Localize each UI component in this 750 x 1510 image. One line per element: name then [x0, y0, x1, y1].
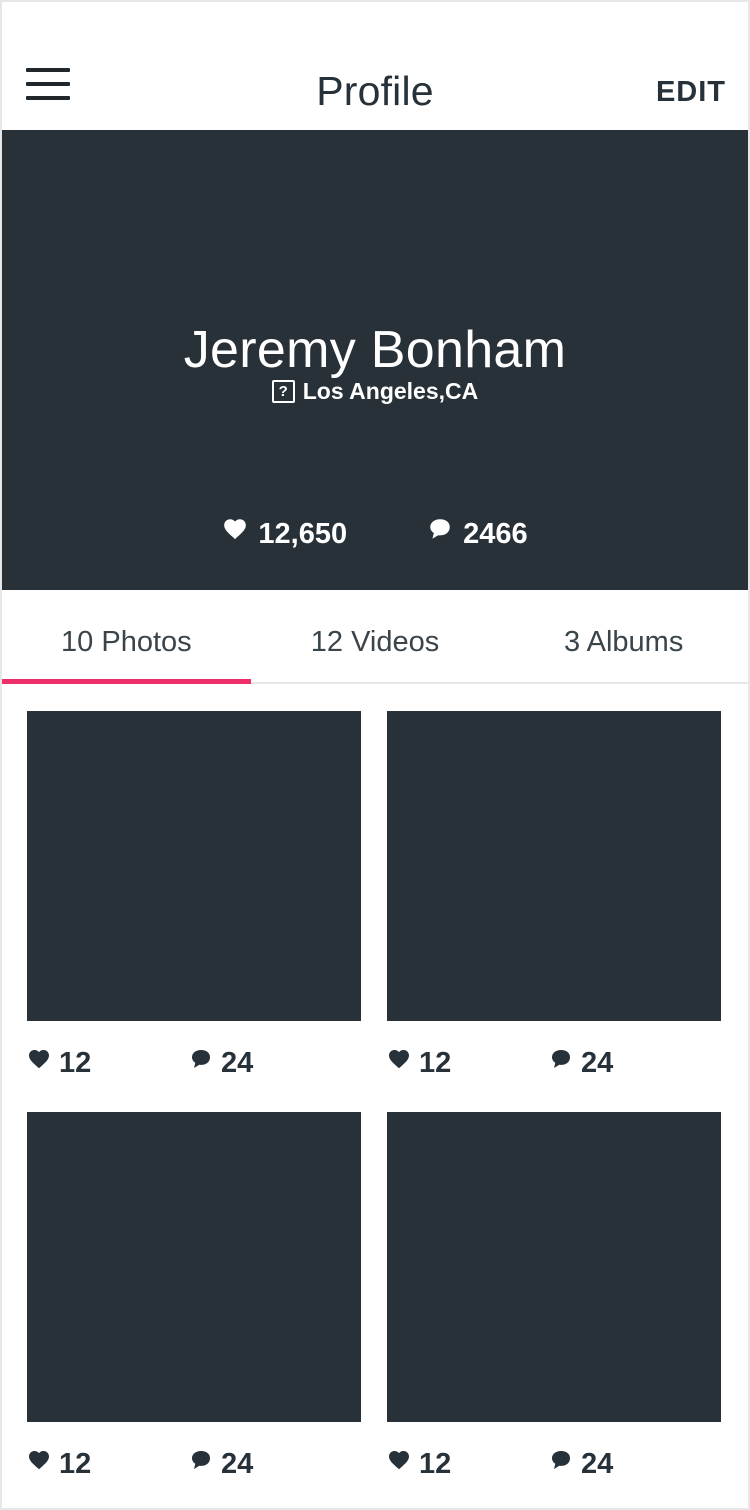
- page-title: Profile: [316, 68, 434, 114]
- photo-card[interactable]: 12 24: [27, 1112, 361, 1510]
- photo-likes: 12: [387, 1047, 451, 1080]
- likes-count: 12,650: [258, 518, 348, 550]
- photo-likes-count: 12: [419, 1047, 452, 1079]
- photo-comments-count: 24: [581, 1047, 614, 1079]
- tab-albums[interactable]: 3 Albums: [499, 590, 748, 682]
- comment-bubble-icon: [192, 1450, 210, 1469]
- app-screen: Profile EDIT Jeremy Bonham ? Los Angeles…: [0, 0, 750, 1510]
- tab-photos[interactable]: 10 Photos: [2, 590, 251, 684]
- photo-likes-count: 12: [419, 1448, 452, 1480]
- heart-icon: [29, 1049, 49, 1068]
- photo-meta: 12 24: [387, 1021, 721, 1112]
- photo-grid: 12 24 12 24 12 24 12 24: [27, 711, 721, 1510]
- edit-button[interactable]: EDIT: [656, 76, 726, 109]
- heart-icon: [29, 1450, 49, 1469]
- photo-thumbnail[interactable]: [387, 711, 721, 1021]
- media-tabs: 10 Photos 12 Videos 3 Albums: [2, 590, 748, 684]
- photo-card[interactable]: 12 24: [387, 711, 721, 1112]
- photo-comments-count: 24: [581, 1448, 614, 1480]
- photo-comments-count: 24: [221, 1448, 254, 1480]
- photo-likes: 12: [27, 1047, 91, 1080]
- location-label: Los Angeles,CA: [302, 378, 479, 404]
- photo-meta: 12 24: [387, 1422, 721, 1510]
- photo-likes-count: 12: [59, 1047, 92, 1079]
- comment-bubble-icon: [192, 1049, 210, 1068]
- photo-comments: 24: [549, 1448, 613, 1481]
- photo-likes: 12: [387, 1448, 451, 1481]
- profile-header: Jeremy Bonham ? Los Angeles,CA 12,650 24…: [2, 130, 748, 590]
- tab-videos[interactable]: 12 Videos: [251, 590, 500, 682]
- photo-meta: 12 24: [27, 1021, 361, 1112]
- photo-comments: 24: [189, 1047, 253, 1080]
- photo-card[interactable]: 12 24: [387, 1112, 721, 1510]
- user-name: Jeremy Bonham: [183, 321, 567, 379]
- heart-icon: [389, 1049, 409, 1068]
- comment-bubble-icon: [552, 1049, 570, 1068]
- photo-comments-count: 24: [221, 1047, 254, 1079]
- photo-meta: 12 24: [27, 1422, 361, 1510]
- comments-stat: 2466: [427, 518, 528, 551]
- user-location: ? Los Angeles,CA: [2, 378, 748, 405]
- photo-thumbnail[interactable]: [27, 711, 361, 1021]
- comment-bubble-icon: [430, 518, 450, 539]
- photo-likes: 12: [27, 1448, 91, 1481]
- likes-stat: 12,650: [222, 518, 347, 551]
- comment-bubble-icon: [552, 1450, 570, 1469]
- location-icon: ?: [271, 380, 295, 403]
- photo-comments: 24: [189, 1448, 253, 1481]
- photo-comments: 24: [549, 1047, 613, 1080]
- comments-count: 2466: [463, 518, 528, 550]
- profile-stats: 12,650 2466: [2, 518, 748, 551]
- photo-thumbnail[interactable]: [27, 1112, 361, 1422]
- heart-icon: [224, 518, 247, 539]
- photo-likes-count: 12: [59, 1448, 92, 1480]
- top-bar: Profile EDIT: [2, 2, 748, 130]
- photo-thumbnail[interactable]: [387, 1112, 721, 1422]
- photo-card[interactable]: 12 24: [27, 711, 361, 1112]
- heart-icon: [389, 1450, 409, 1469]
